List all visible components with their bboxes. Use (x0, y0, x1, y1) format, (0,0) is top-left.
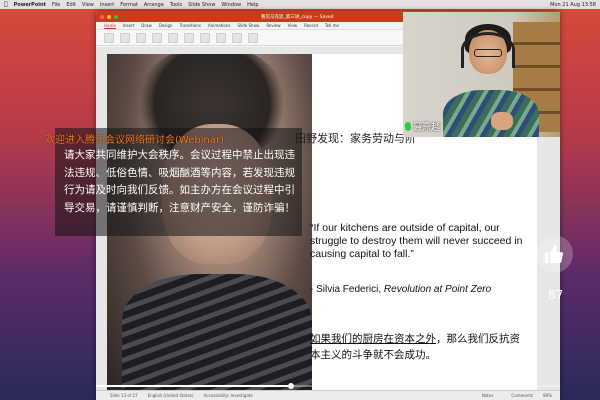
microphone-icon (405, 122, 411, 131)
slide-attribution: - Silvia Federici, Revolution at Point Z… (310, 284, 491, 295)
apple-icon[interactable]:  (4, 1, 8, 8)
paste-button[interactable] (104, 32, 114, 43)
tab-view[interactable]: View (288, 23, 298, 28)
menu-help[interactable]: Help (247, 2, 258, 8)
notice-title: 欢迎进入腾讯会议网络研讨会(Webinar) (45, 135, 224, 146)
language-indicator[interactable]: English (United States) (148, 393, 194, 398)
like-button[interactable] (535, 235, 573, 273)
menu-window[interactable]: Window (221, 2, 241, 8)
menu-format[interactable]: Format (120, 2, 138, 8)
slide-heading: 田野发现：家务劳动与阶 (295, 132, 416, 145)
minimize-window-button[interactable] (107, 14, 111, 19)
menu-tools[interactable]: Tools (170, 2, 182, 8)
progress-fill (96, 385, 291, 387)
notice-body: 请大家共同维护大会秩序。会议过程中禁止出现违法违规、低俗色情、吸烟酗酒等内容，若… (64, 149, 295, 214)
bold-button[interactable] (168, 32, 178, 43)
layout-button[interactable] (136, 32, 146, 43)
menu-insert[interactable]: Insert (100, 2, 114, 8)
font-button[interactable] (152, 32, 162, 43)
zoom-window-button[interactable] (114, 14, 118, 19)
document-title: 看见马克思_第三讲_copy — Saved (261, 14, 334, 20)
screen:  PowerPoint File Edit View Insert Forma… (0, 0, 600, 400)
attribution-author: - Silvia Federici, (310, 284, 384, 295)
progress-handle[interactable] (287, 383, 294, 389)
menu-view[interactable]: View (82, 2, 94, 8)
accessibility-indicator[interactable]: Accessibility: Investigate (204, 393, 253, 398)
notes-button[interactable]: Notes (482, 393, 494, 398)
slide-counter: Slide 13 of 27 (110, 393, 138, 398)
headphone-icon (461, 32, 515, 68)
tell-me-search[interactable]: Tell me (325, 23, 339, 28)
speaker-body (443, 90, 539, 137)
menu-file[interactable]: File (52, 2, 60, 8)
thumbs-up-icon (544, 245, 564, 264)
tab-slide-show[interactable]: Slide Show (237, 23, 259, 28)
tab-record[interactable]: Record (304, 23, 318, 28)
menubar-app-name[interactable]: PowerPoint (14, 2, 46, 8)
speaker-name: 聂熹越 (413, 123, 441, 133)
speaker-label: 聂熹越 (405, 120, 440, 133)
tab-home[interactable]: Home (104, 23, 116, 29)
tab-animations[interactable]: Animations (208, 23, 230, 28)
slide-chinese-quote: 如果我们的厨房在资本之外，那么我们反抗资本主义的斗争就不会成功。 (310, 331, 530, 363)
menubar:  PowerPoint File Edit View Insert Forma… (0, 0, 600, 9)
comments-button[interactable]: Comments (511, 393, 533, 398)
tab-draw[interactable]: Draw (141, 23, 151, 28)
zoom-level[interactable]: 89% (543, 393, 552, 398)
menu-arrange[interactable]: Arrange (144, 2, 164, 8)
underline-button[interactable] (200, 32, 210, 43)
video-progress-bar[interactable] (96, 383, 560, 389)
tab-review[interactable]: Review (266, 23, 280, 28)
menubar-clock[interactable]: Mon 21 Aug 13:58 (550, 2, 596, 8)
tab-transitions[interactable]: Transitions (180, 23, 201, 28)
slide-quote: “If our kitchens are outside of capital,… (310, 222, 523, 260)
attribution-book: Revolution at Point Zero (383, 284, 492, 295)
menu-slide-show[interactable]: Slide Show (188, 2, 215, 8)
tab-insert[interactable]: Insert (123, 23, 134, 28)
status-bar: Slide 13 of 27 English (United States) A… (96, 390, 560, 400)
speaker-hand (491, 112, 513, 130)
tab-design[interactable]: Design (159, 23, 173, 28)
speaker-webcam[interactable]: 聂熹越 (403, 12, 560, 137)
italic-button[interactable] (184, 32, 194, 43)
portrait-shirt (122, 274, 312, 390)
menu-edit[interactable]: Edit (66, 2, 76, 8)
arrange-button[interactable] (248, 32, 258, 43)
like-count: 87 (548, 288, 564, 302)
close-window-button[interactable] (100, 14, 104, 19)
shapes-button[interactable] (232, 32, 242, 43)
new-slide-button[interactable] (120, 32, 130, 43)
align-button[interactable] (216, 32, 226, 43)
chinese-quote-underlined: 如果我们的厨房在资本之外 (310, 333, 436, 345)
